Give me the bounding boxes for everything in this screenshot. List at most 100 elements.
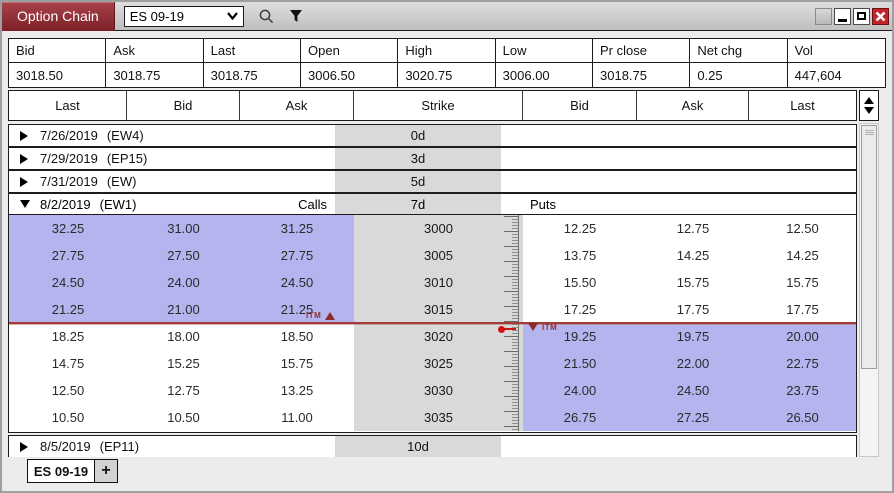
days-to-expiry: 3d xyxy=(335,148,501,169)
maximize-button[interactable] xyxy=(853,8,870,25)
expiration-row-0802[interactable]: 8/2/2019 (EW1) Calls 7d Puts xyxy=(9,194,856,215)
strike-cell[interactable]: 3000 xyxy=(354,215,523,242)
put-bid-cell[interactable]: 26.75 xyxy=(523,404,637,431)
call-ask-cell[interactable]: 21.25 xyxy=(240,296,354,323)
column-header-put-last[interactable]: Last xyxy=(749,91,856,120)
column-header-strike[interactable]: Strike xyxy=(354,91,523,120)
expand-arrow-icon[interactable] xyxy=(20,442,36,452)
put-ask-cell[interactable]: 12.75 xyxy=(637,215,749,242)
strike-cell[interactable]: 3015 xyxy=(354,296,523,323)
window-controls xyxy=(815,8,889,25)
call-last-cell[interactable]: 14.75 xyxy=(9,350,127,377)
put-last-cell[interactable]: 12.50 xyxy=(749,215,856,242)
expiration-row-0805[interactable]: 8/5/2019 (EP11) 10d xyxy=(8,435,857,458)
puts-cells: 17.25 17.75 17.75 xyxy=(523,296,856,323)
call-last-cell[interactable]: 21.25 xyxy=(9,296,127,323)
column-header-put-bid[interactable]: Bid xyxy=(523,91,637,120)
put-ask-cell[interactable]: 22.00 xyxy=(637,350,749,377)
put-bid-cell[interactable]: 12.25 xyxy=(523,215,637,242)
strike-cell[interactable]: 3005 xyxy=(354,242,523,269)
call-last-cell[interactable]: 18.25 xyxy=(9,323,127,350)
call-ask-cell[interactable]: 31.25 xyxy=(240,215,354,242)
column-header-put-ask[interactable]: Ask xyxy=(637,91,749,120)
call-bid-cell[interactable]: 10.50 xyxy=(127,404,240,431)
quote-value-ask: 3018.75 xyxy=(106,63,203,87)
strike-cell[interactable]: 3025 xyxy=(354,350,523,377)
put-last-cell[interactable]: 23.75 xyxy=(749,377,856,404)
put-bid-cell[interactable]: 21.50 xyxy=(523,350,637,377)
call-bid-cell[interactable]: 12.75 xyxy=(127,377,240,404)
call-ask-cell[interactable]: 27.75 xyxy=(240,242,354,269)
quote-value-vol: 447,604 xyxy=(788,63,885,87)
close-button[interactable] xyxy=(872,8,889,25)
option-row-3015: 21.25 21.00 21.25 3015 17.25 17.75 17.75 xyxy=(9,296,856,323)
call-bid-cell[interactable]: 21.00 xyxy=(127,296,240,323)
put-bid-cell[interactable]: 15.50 xyxy=(523,269,637,296)
column-header-call-ask[interactable]: Ask xyxy=(240,91,354,120)
call-ask-cell[interactable]: 13.25 xyxy=(240,377,354,404)
call-last-cell[interactable]: 27.75 xyxy=(9,242,127,269)
put-bid-cell[interactable]: 13.75 xyxy=(523,242,637,269)
option-row-3035: 10.50 10.50 11.00 3035 26.75 27.25 26.50 xyxy=(9,404,856,431)
add-tab-button[interactable]: + xyxy=(95,459,118,483)
filter-icon[interactable] xyxy=(289,9,303,23)
expand-arrow-icon[interactable] xyxy=(20,131,36,141)
scroll-down-icon[interactable] xyxy=(864,107,874,114)
put-last-cell[interactable]: 17.75 xyxy=(749,296,856,323)
put-last-cell[interactable]: 20.00 xyxy=(749,323,856,350)
days-to-expiry: 5d xyxy=(335,171,501,192)
call-ask-cell[interactable]: 15.75 xyxy=(240,350,354,377)
expiration-date: 7/29/2019 xyxy=(40,151,98,166)
minimize-button[interactable] xyxy=(834,8,851,25)
call-last-cell[interactable]: 12.50 xyxy=(9,377,127,404)
call-last-cell[interactable]: 32.25 xyxy=(9,215,127,242)
expand-arrow-icon[interactable] xyxy=(20,177,36,187)
put-ask-cell[interactable]: 17.75 xyxy=(637,296,749,323)
call-ask-cell[interactable]: 11.00 xyxy=(240,404,354,431)
column-header-call-bid[interactable]: Bid xyxy=(127,91,240,120)
symbol-dropdown[interactable]: ES 09-19 xyxy=(124,6,244,27)
call-last-cell[interactable]: 10.50 xyxy=(9,404,127,431)
strike-cell[interactable]: 3020 xyxy=(354,323,523,350)
put-last-cell[interactable]: 15.75 xyxy=(749,269,856,296)
expiration-row-0731[interactable]: 7/31/2019 (EW) 5d xyxy=(8,170,857,193)
expand-arrow-icon[interactable] xyxy=(20,154,36,164)
expiration-row-0729[interactable]: 7/29/2019 (EP15) 3d xyxy=(8,147,857,170)
calls-cells: 12.50 12.75 13.25 xyxy=(9,377,354,404)
put-last-cell[interactable]: 26.50 xyxy=(749,404,856,431)
search-icon[interactable] xyxy=(258,8,275,25)
scroll-up-icon[interactable] xyxy=(864,97,874,104)
strike-cell[interactable]: 3010 xyxy=(354,269,523,296)
put-bid-cell[interactable]: 24.00 xyxy=(523,377,637,404)
call-bid-cell[interactable]: 24.00 xyxy=(127,269,240,296)
put-ask-cell[interactable]: 15.75 xyxy=(637,269,749,296)
quote-value-prclose: 3018.75 xyxy=(593,63,690,87)
call-ask-cell[interactable]: 18.50 xyxy=(240,323,354,350)
put-bid-cell[interactable]: 17.25 xyxy=(523,296,637,323)
put-ask-cell[interactable]: 14.25 xyxy=(637,242,749,269)
option-chain-window: Option Chain ES 09-19 Bid Ask Last Open … xyxy=(0,0,894,493)
calls-cells: 10.50 10.50 11.00 xyxy=(9,404,354,431)
expiration-row-0726[interactable]: 7/26/2019 (EW4) 0d xyxy=(8,124,857,147)
scrollbar-track[interactable] xyxy=(859,123,879,457)
call-bid-cell[interactable]: 31.00 xyxy=(127,215,240,242)
tab-es-09-19[interactable]: ES 09-19 xyxy=(27,459,95,483)
call-bid-cell[interactable]: 15.25 xyxy=(127,350,240,377)
put-last-cell[interactable]: 14.25 xyxy=(749,242,856,269)
call-last-cell[interactable]: 24.50 xyxy=(9,269,127,296)
strike-cell[interactable]: 3030 xyxy=(354,377,523,404)
scrollbar-thumb[interactable] xyxy=(861,125,877,369)
call-bid-cell[interactable]: 27.50 xyxy=(127,242,240,269)
at-the-money-line xyxy=(9,322,856,324)
put-ask-cell[interactable]: 24.50 xyxy=(637,377,749,404)
put-ask-cell[interactable]: 19.75 xyxy=(637,323,749,350)
column-header-call-last[interactable]: Last xyxy=(9,91,127,120)
strike-cell[interactable]: 3035 xyxy=(354,404,523,431)
call-bid-cell[interactable]: 18.00 xyxy=(127,323,240,350)
put-last-cell[interactable]: 22.75 xyxy=(749,350,856,377)
option-row-3025: 14.75 15.25 15.75 3025 21.50 22.00 22.75 xyxy=(9,350,856,377)
puts-cells: 19.25 19.75 20.00 xyxy=(523,323,856,350)
put-ask-cell[interactable]: 27.25 xyxy=(637,404,749,431)
window-extra-button[interactable] xyxy=(815,8,832,25)
call-ask-cell[interactable]: 24.50 xyxy=(240,269,354,296)
